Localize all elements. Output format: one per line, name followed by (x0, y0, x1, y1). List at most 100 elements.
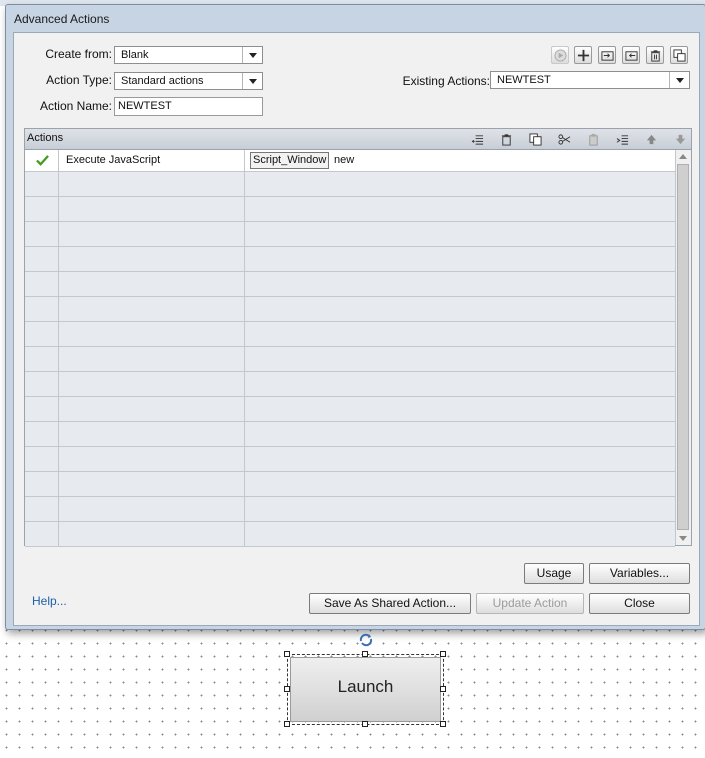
resize-handle[interactable] (362, 651, 368, 657)
table-row[interactable] (25, 422, 675, 447)
table-cell[interactable] (245, 297, 675, 321)
table-cell[interactable] (25, 447, 59, 471)
table-row[interactable] (25, 322, 675, 347)
chevron-down-icon[interactable] (242, 47, 262, 63)
resize-handle[interactable] (362, 721, 368, 727)
table-cell[interactable] (245, 422, 675, 446)
rotate-handle-icon[interactable] (357, 632, 375, 648)
variables-button[interactable]: Variables... (589, 563, 690, 584)
table-cell[interactable] (245, 272, 675, 296)
table-cell[interactable] (245, 322, 675, 346)
table-cell[interactable] (25, 472, 59, 496)
table-cell[interactable] (59, 322, 245, 346)
delete-row-icon[interactable] (498, 131, 514, 147)
table-cell[interactable] (59, 172, 245, 196)
action-name-input[interactable]: NEWTEST (114, 97, 263, 116)
table-row[interactable] (25, 272, 675, 297)
scroll-up-icon[interactable] (679, 154, 687, 159)
indent-icon[interactable] (614, 131, 630, 147)
table-row[interactable] (25, 347, 675, 372)
table-cell[interactable] (59, 297, 245, 321)
table-cell[interactable] (245, 222, 675, 246)
import-action-button[interactable] (598, 46, 616, 64)
table-cell[interactable] (59, 272, 245, 296)
move-up-icon[interactable] (643, 131, 659, 147)
copy-icon[interactable] (527, 131, 543, 147)
table-cell[interactable] (25, 172, 59, 196)
table-cell[interactable] (245, 497, 675, 521)
table-cell[interactable] (25, 297, 59, 321)
export-action-button[interactable] (622, 46, 640, 64)
table-cell[interactable] (245, 372, 675, 396)
table-row[interactable] (25, 172, 675, 197)
table-cell[interactable] (245, 347, 675, 371)
move-down-icon[interactable] (672, 131, 688, 147)
table-row[interactable] (25, 297, 675, 322)
row-param-cell[interactable]: Script_Window new (245, 150, 675, 171)
resize-handle[interactable] (440, 721, 446, 727)
table-cell[interactable] (59, 472, 245, 496)
existing-actions-dropdown[interactable]: NEWTEST (490, 71, 690, 89)
table-row[interactable] (25, 222, 675, 247)
usage-button[interactable]: Usage (524, 563, 584, 584)
table-row[interactable] (25, 447, 675, 472)
table-cell[interactable] (25, 497, 59, 521)
close-button[interactable]: Close (589, 593, 690, 614)
table-cell[interactable] (245, 472, 675, 496)
table-row[interactable] (25, 397, 675, 422)
table-cell[interactable] (25, 247, 59, 271)
action-type-dropdown[interactable]: Standard actions (114, 72, 263, 90)
table-cell[interactable] (25, 397, 59, 421)
cut-icon[interactable] (556, 131, 572, 147)
resize-handle[interactable] (284, 651, 290, 657)
table-row[interactable]: Execute JavaScript Script_Window new (25, 150, 675, 172)
table-row[interactable] (25, 197, 675, 222)
row-action-cell[interactable]: Execute JavaScript (59, 150, 245, 171)
table-cell[interactable] (25, 222, 59, 246)
table-cell[interactable] (25, 347, 59, 371)
vertical-scrollbar[interactable] (675, 150, 691, 545)
table-cell[interactable] (25, 372, 59, 396)
table-cell[interactable] (245, 447, 675, 471)
table-row[interactable] (25, 472, 675, 497)
insert-row-icon[interactable] (469, 131, 485, 147)
table-cell[interactable] (59, 447, 245, 471)
table-cell[interactable] (245, 397, 675, 421)
resize-handle[interactable] (284, 686, 290, 692)
duplicate-action-button[interactable] (670, 46, 688, 64)
chevron-down-icon[interactable] (669, 72, 689, 88)
scroll-thumb[interactable] (677, 164, 689, 530)
resize-handle[interactable] (284, 721, 290, 727)
table-cell[interactable] (59, 347, 245, 371)
table-cell[interactable] (59, 197, 245, 221)
table-row[interactable] (25, 247, 675, 272)
scroll-down-icon[interactable] (679, 536, 687, 541)
table-cell[interactable] (59, 372, 245, 396)
table-row[interactable] (25, 497, 675, 522)
table-row[interactable] (25, 522, 675, 547)
table-cell[interactable] (245, 247, 675, 271)
preview-button[interactable] (551, 46, 569, 64)
save-as-shared-action-button[interactable]: Save As Shared Action... (309, 593, 471, 614)
resize-handle[interactable] (440, 651, 446, 657)
paste-icon[interactable] (585, 131, 601, 147)
table-cell[interactable] (59, 247, 245, 271)
chevron-down-icon[interactable] (242, 73, 262, 89)
launch-button[interactable]: Launch (290, 657, 441, 722)
table-cell[interactable] (59, 422, 245, 446)
help-link[interactable]: Help... (32, 594, 67, 608)
resize-handle[interactable] (440, 686, 446, 692)
table-row[interactable] (25, 372, 675, 397)
table-cell[interactable] (59, 522, 245, 546)
table-cell[interactable] (25, 422, 59, 446)
table-cell[interactable] (59, 222, 245, 246)
table-cell[interactable] (25, 272, 59, 296)
script-window-button[interactable]: Script_Window (250, 152, 330, 169)
create-from-dropdown[interactable]: Blank (114, 46, 263, 64)
table-cell[interactable] (245, 172, 675, 196)
table-cell[interactable] (25, 197, 59, 221)
table-cell[interactable] (245, 197, 675, 221)
add-action-button[interactable] (574, 46, 592, 64)
table-cell[interactable] (245, 522, 675, 546)
table-cell[interactable] (59, 497, 245, 521)
